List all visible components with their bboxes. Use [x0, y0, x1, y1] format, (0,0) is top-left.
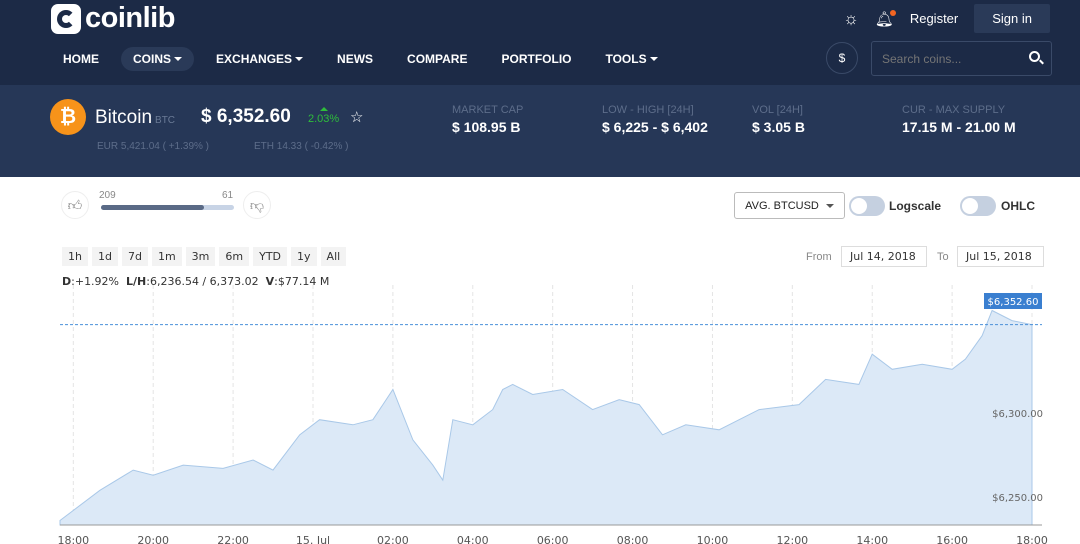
range-6m[interactable]: 6m [219, 247, 250, 266]
coin-name: Bitcoin [95, 107, 153, 128]
range-1m[interactable]: 1m [151, 247, 182, 266]
caret-down-icon [295, 57, 304, 61]
x-tick-label: 18:00 [57, 534, 89, 544]
signin-button[interactable]: Sign in [974, 4, 1050, 33]
header: coinlib HOME COINS EXCHANGES NEWS COMPAR… [0, 0, 1080, 85]
stat-volume: VOL [24H] $ 3.05 B [752, 104, 805, 135]
thumbs-up-button[interactable]: 👍︎ [61, 191, 89, 219]
logscale-toggle[interactable] [849, 196, 885, 216]
bitcoin-icon: ₿ [50, 99, 86, 135]
range-1y[interactable]: 1y [291, 247, 317, 266]
x-tick-label: 04:00 [457, 534, 489, 544]
eth-price: ETH 14.33 ( -0.42% ) [254, 141, 349, 152]
stat-market-cap: MARKET CAP $ 108.95 B [452, 104, 524, 135]
coin-symbol: BTC [155, 115, 176, 126]
bell-icon[interactable]: 🔔︎ [875, 9, 896, 28]
from-date-input[interactable]: Jul 14, 2018 [841, 246, 927, 267]
coin-price: $ 6,352.60 [201, 106, 291, 127]
star-icon[interactable]: ☆ [350, 108, 363, 126]
from-label: From [806, 251, 832, 263]
caret-down-icon [649, 57, 658, 61]
nav-home[interactable]: HOME [51, 47, 111, 71]
x-tick-label: 22:00 [217, 534, 249, 544]
caret-down-icon [825, 203, 834, 208]
nav-tools[interactable]: TOOLS [593, 47, 669, 71]
x-tick-label: 16:00 [936, 534, 968, 544]
price-chart[interactable]: 18:00 20:00 22:00 15. Jul 02:00 04:00 06:00 08:… [0, 285, 1080, 544]
downvote-count: 61 [222, 190, 234, 201]
thumbs-down-button[interactable]: 👎︎ [243, 191, 271, 219]
range-7d[interactable]: 7d [121, 247, 148, 266]
x-tick-label: 06:00 [537, 534, 569, 544]
x-tick-label: 20:00 [137, 534, 169, 544]
x-tick-label: 18:00 [1016, 534, 1048, 544]
price-change: 2.03% [308, 107, 340, 125]
range-ytd[interactable]: YTD [253, 247, 288, 266]
range-all[interactable]: All [320, 247, 347, 266]
nav-compare[interactable]: COMPARE [395, 47, 479, 71]
range-3m[interactable]: 3m [185, 247, 216, 266]
pair-dropdown[interactable]: AVG. BTCUSD [734, 192, 845, 219]
current-price-label: $6,352.60 [988, 297, 1039, 308]
logscale-label: Logscale [889, 199, 942, 213]
to-label: To [937, 251, 949, 263]
x-tick-label: 12:00 [776, 534, 808, 544]
y-tick-label: $6,250.00 [992, 493, 1043, 504]
eur-price: EUR 5,421.04 ( +1.39% ) [97, 141, 210, 152]
main-nav: HOME COINS EXCHANGES NEWS COMPARE PORTFO… [51, 47, 680, 71]
nav-exchanges[interactable]: EXCHANGES [204, 47, 315, 71]
range-buttons: 1h 1d 7d 1m 3m 6m YTD 1y All [62, 247, 347, 266]
range-1h[interactable]: 1h [62, 247, 88, 266]
x-tick-label: 02:00 [377, 534, 409, 544]
stat-supply: CUR - MAX SUPPLY 17.15 M - 21.00 M [902, 104, 1016, 135]
register-link[interactable]: Register [910, 11, 958, 26]
nav-coins[interactable]: COINS [121, 47, 195, 71]
upvote-count: 209 [99, 190, 116, 201]
nav-portfolio[interactable]: PORTFOLIO [489, 47, 583, 71]
x-tick-label: 14:00 [856, 534, 888, 544]
to-date-input[interactable]: Jul 15, 2018 [957, 246, 1044, 267]
sun-icon[interactable]: ☼ [843, 9, 859, 29]
nav-news[interactable]: NEWS [325, 47, 385, 71]
ohlc-toggle[interactable] [960, 196, 996, 216]
search-input[interactable] [871, 41, 1052, 76]
y-tick-label: $6,300.00 [992, 409, 1043, 420]
caret-down-icon [174, 57, 183, 61]
logo[interactable]: coinlib [51, 2, 175, 35]
range-1d[interactable]: 1d [91, 247, 118, 266]
x-tick-label: 15. Jul [296, 534, 330, 544]
search-icon[interactable] [1029, 51, 1040, 62]
ohlc-label: OHLC [1001, 199, 1035, 213]
stat-low-high: LOW - HIGH [24H] $ 6,225 - $ 6,402 [602, 104, 708, 135]
x-tick-label: 08:00 [617, 534, 649, 544]
vote-bar [101, 205, 234, 210]
x-tick-label: 10:00 [697, 534, 729, 544]
currency-button[interactable]: $ [826, 42, 858, 74]
price-area [59, 309, 1033, 526]
